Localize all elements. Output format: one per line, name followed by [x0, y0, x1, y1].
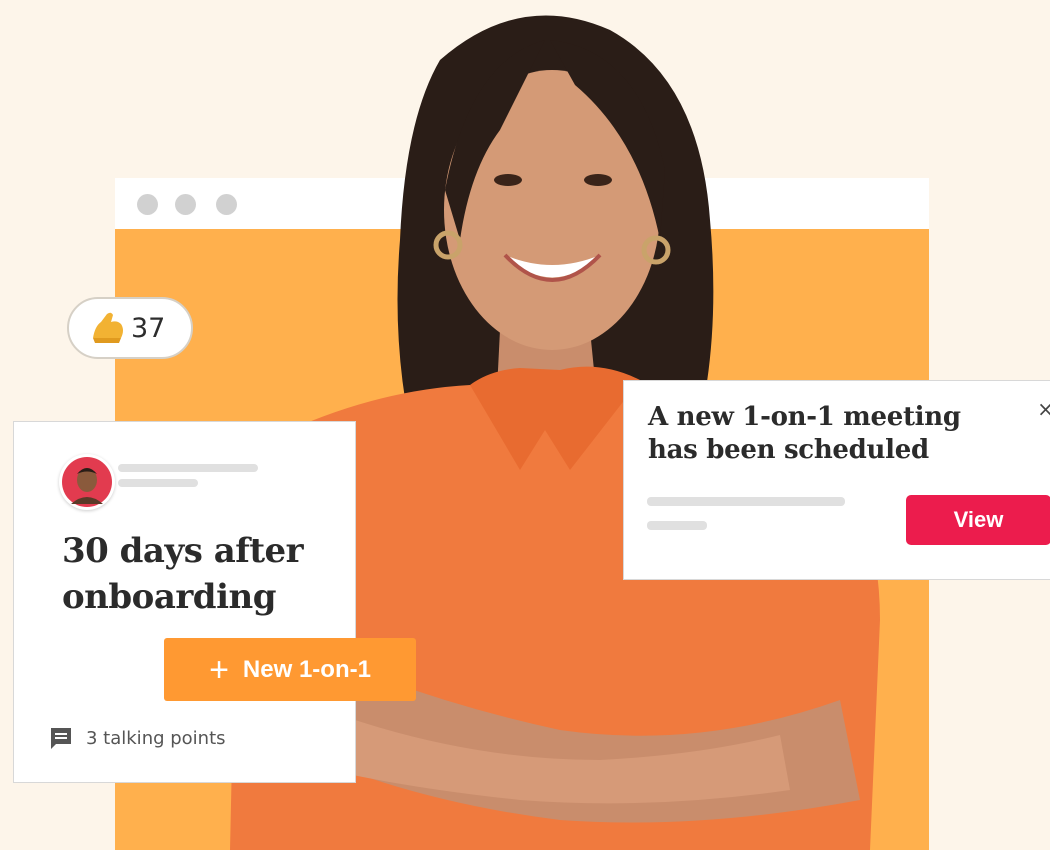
avatar [59, 454, 115, 510]
new-one-on-one-label: New 1-on-1 [242, 655, 371, 683]
placeholder-line [118, 464, 258, 472]
comment-icon [51, 728, 71, 749]
placeholder-line [118, 479, 198, 487]
view-button[interactable]: View [906, 495, 1050, 545]
avatar-photo-icon [62, 457, 112, 507]
reaction-count: 37 [131, 312, 166, 344]
meeting-notification: A new 1-on-1 meeting has been scheduled … [623, 380, 1050, 580]
onboarding-card[interactable]: 30 days after onboarding 3 talking point… [13, 421, 356, 783]
plus-icon: + [209, 650, 229, 689]
new-one-on-one-button[interactable]: + New 1-on-1 [164, 638, 416, 701]
placeholder-line [647, 497, 845, 506]
talking-points-label: 3 talking points [86, 727, 226, 749]
notification-title: A new 1-on-1 meeting has been scheduled [648, 402, 961, 465]
close-icon[interactable]: × [1037, 397, 1050, 421]
card-title: 30 days after onboarding [62, 531, 304, 617]
placeholder-line [647, 521, 707, 530]
talking-points[interactable]: 3 talking points [48, 725, 226, 751]
reaction-badge[interactable]: 37 [67, 297, 193, 359]
flexed-biceps-icon [93, 312, 123, 343]
